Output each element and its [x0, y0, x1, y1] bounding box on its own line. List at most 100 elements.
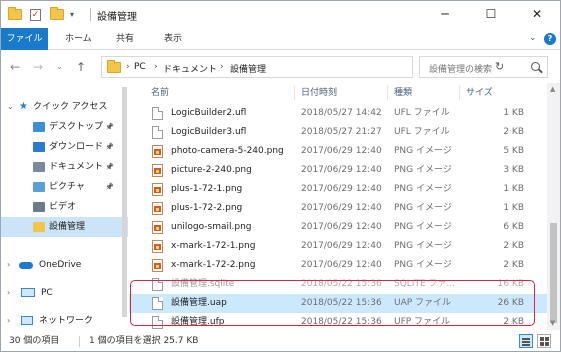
item-count: 30 個の項目 — [9, 336, 60, 346]
file-row[interactable]: plus-1-72-1.png 2017/06/29 12:40 PNG イメージ 1… — [129, 180, 547, 199]
back-icon[interactable]: ← — [10, 60, 20, 74]
file-name: unilogo-smail.png — [171, 222, 252, 232]
scroll-thumb[interactable] — [550, 223, 557, 323]
file-type: UFL ファイル — [394, 108, 450, 118]
sidebar-item-onedrive[interactable]: › OneDrive — [1, 255, 128, 275]
file-date: 2017/06/29 12:40 — [301, 203, 382, 213]
pin-icon[interactable]: 📌 — [105, 157, 114, 177]
file-row[interactable]: picture-2-240.png 2017/06/29 12:40 PNG イメー… — [129, 161, 547, 180]
scroll-up-icon[interactable]: ▲ — [550, 85, 555, 93]
document-file-icon — [152, 107, 163, 120]
file-type: PNG イメージ — [394, 260, 452, 270]
column-separator[interactable] — [459, 86, 460, 100]
sidebar-item-videos[interactable]: ビデオ — [1, 197, 128, 217]
pin-icon[interactable]: 📌 — [105, 177, 114, 197]
breadcrumb-current[interactable]: 設備管理 — [230, 62, 266, 75]
close-button[interactable]: ✕ — [514, 1, 560, 28]
sidebar-item-quick-access[interactable]: ⌄ ★ クイック アクセス — [1, 97, 128, 117]
download-icon — [33, 142, 45, 152]
file-type: UFL ファイル — [394, 127, 450, 137]
cloud-icon — [19, 262, 33, 269]
search-icon[interactable] — [531, 62, 540, 71]
large-icons-view-icon[interactable] — [537, 334, 551, 348]
pin-icon[interactable]: 📌 — [105, 117, 114, 137]
up-icon[interactable]: ↑ — [76, 60, 86, 74]
file-type: UFP ファイル — [394, 317, 451, 327]
file-size: 26 KB — [497, 298, 524, 308]
breadcrumb-pc[interactable]: PC — [134, 62, 146, 72]
file-date: 2018/05/22 15:36 — [301, 317, 382, 327]
desktop-icon — [33, 122, 45, 132]
details-view-icon[interactable] — [519, 334, 533, 348]
sidebar-label-onedrive: OneDrive — [39, 260, 82, 270]
sidebar-item-label: ドキュメント — [49, 162, 104, 172]
address-bar[interactable]: › PC › ドキュメント › 設備管理 ⌄ ↻ — [101, 56, 504, 78]
column-header-date[interactable]: 日付時刻 — [301, 83, 337, 103]
chevron-right-icon[interactable]: › — [7, 255, 10, 275]
file-row[interactable]: x-mark-1-72-2.png 2017/06/29 12:40 PNG イメー… — [129, 256, 547, 275]
help-icon[interactable]: ? — [544, 33, 556, 45]
file-type: PNG イメージ — [394, 184, 452, 194]
file-size: 5 KB — [503, 146, 524, 156]
file-row[interactable]: plus-1-72-2.png 2017/06/29 12:40 PNG イメージ 1… — [129, 199, 547, 218]
file-row[interactable]: LogicBuilder3.ufl 2018/05/27 21:27 UFL ファイ… — [129, 123, 547, 142]
sidebar-item-pictures[interactable]: ピクチャ 📌 — [1, 177, 128, 197]
minimize-button[interactable]: ─ — [422, 1, 468, 28]
chevron-down-icon[interactable]: ⌄ — [7, 97, 14, 117]
file-row[interactable]: 設備管理.ufp 2018/05/22 15:36 UFP ファイル 2 KB — [129, 313, 547, 332]
file-row[interactable]: photo-camera-5-240.png 2017/06/29 12:40 PN… — [129, 142, 547, 161]
file-row[interactable]: 設備管理.uap 2018/05/22 15:36 UAP ファイル 26 KB — [129, 294, 547, 313]
videos-icon — [33, 202, 45, 212]
sidebar-item-network[interactable]: › ネットワーク — [1, 311, 128, 331]
customize-quick-access-icon[interactable]: ▾ — [70, 7, 74, 22]
file-row[interactable]: LogicBuilder2.ufl 2018/05/27 14:42 UFL ファイ… — [129, 104, 547, 123]
chevron-right-icon[interactable]: › — [7, 283, 10, 303]
properties-icon[interactable]: ✓ — [30, 7, 41, 22]
tab-home[interactable]: ホーム — [65, 28, 92, 50]
file-date: 2017/06/29 12:40 — [301, 222, 382, 232]
chevron-right-icon[interactable]: › — [7, 311, 10, 331]
document-file-icon — [152, 297, 163, 310]
scroll-thumb[interactable] — [122, 87, 127, 317]
new-folder-icon[interactable] — [50, 7, 64, 22]
search-input[interactable]: 設備管理の検索 — [419, 56, 548, 78]
file-list: 名前 日付時刻 種類 サイズ LogicBuilder2.ufl 2018/05/… — [129, 83, 547, 330]
sidebar-item-pc[interactable]: › PC — [1, 283, 128, 303]
column-header-size[interactable]: サイズ — [466, 83, 493, 103]
sidebar-item-downloads[interactable]: ダウンロード 📌 — [1, 137, 128, 157]
chevron-right-icon: › — [126, 62, 130, 72]
sidebar-item-current-folder[interactable]: 設備管理 — [1, 217, 128, 237]
document-file-icon — [152, 126, 163, 139]
tab-view[interactable]: 表示 — [164, 28, 182, 50]
file-list-scrollbar[interactable]: ▲ ▼ — [547, 83, 560, 330]
scroll-down-icon[interactable]: ▼ — [550, 319, 555, 327]
sidebar-item-label: デスクトップ — [49, 122, 104, 132]
file-row[interactable]: 設備管理.sqlite 2018/05/22 15:36 SQLITE ファ... 1… — [129, 275, 547, 294]
pin-icon[interactable]: 📌 — [105, 137, 114, 157]
sidebar-item-documents[interactable]: ドキュメント 📌 — [1, 157, 128, 177]
column-separator[interactable] — [387, 86, 388, 100]
column-separator[interactable] — [294, 86, 295, 100]
file-size: 2 KB — [503, 241, 524, 251]
file-row[interactable]: x-mark-1-72-1.png 2017/06/29 12:40 PNG イメー… — [129, 237, 547, 256]
forward-icon[interactable]: → — [33, 60, 43, 74]
file-name: LogicBuilder2.ufl — [171, 108, 247, 118]
tab-share[interactable]: 共有 — [116, 28, 134, 50]
sidebar-item-label: ピクチャ — [49, 182, 85, 192]
image-file-icon — [152, 183, 163, 196]
sidebar-item-desktop[interactable]: デスクトップ 📌 — [1, 117, 128, 137]
file-date: 2017/06/29 12:40 — [301, 260, 382, 270]
tab-file[interactable]: ファイル — [1, 28, 48, 50]
column-header-type[interactable]: 種類 — [394, 83, 412, 103]
file-row[interactable]: unilogo-smail.png 2017/06/29 12:40 PNG イメー… — [129, 218, 547, 237]
image-file-icon — [152, 145, 163, 158]
file-name: LogicBuilder3.ufl — [171, 127, 247, 137]
nav-scrollbar[interactable] — [121, 83, 128, 330]
maximize-button[interactable]: ☐ — [468, 1, 514, 28]
file-date: 2018/05/22 15:36 — [301, 279, 382, 289]
expand-ribbon-icon[interactable]: ⌄ — [529, 33, 537, 43]
pictures-icon — [33, 182, 45, 192]
column-header-name[interactable]: 名前 — [151, 83, 169, 103]
breadcrumb-documents[interactable]: ドキュメント — [163, 62, 217, 75]
recent-locations-icon[interactable]: ⌄ — [56, 62, 63, 71]
